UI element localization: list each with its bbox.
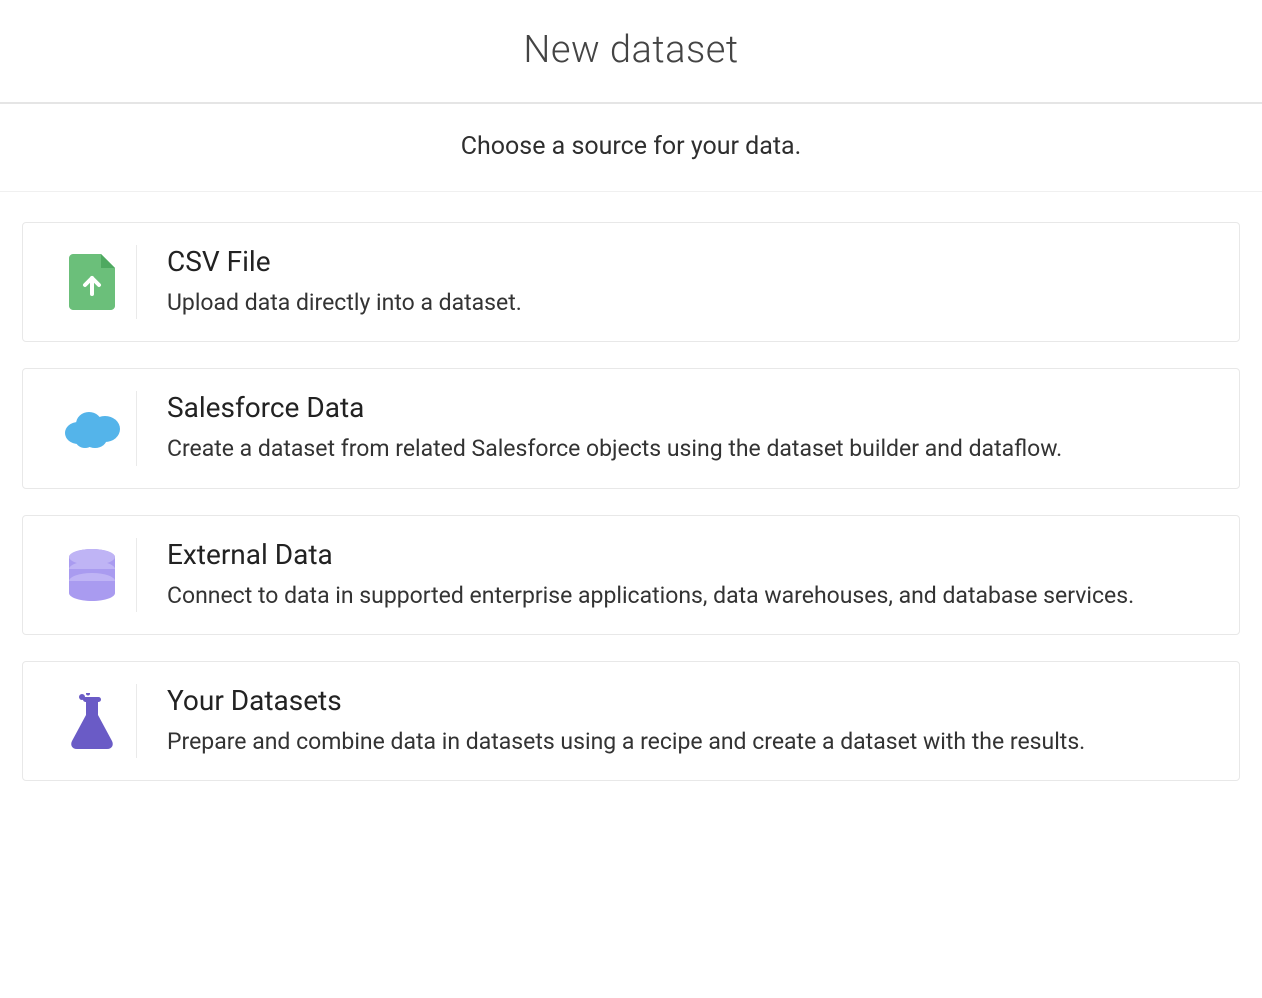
option-your-datasets[interactable]: Your Datasets Prepare and combine data i… [22, 661, 1240, 781]
option-icon-wrap [47, 245, 137, 319]
option-content: CSV File Upload data directly into a dat… [137, 245, 1215, 319]
option-title: External Data [167, 538, 1215, 571]
option-title: CSV File [167, 245, 1215, 278]
page-header: New dataset [0, 0, 1262, 104]
option-description: Connect to data in supported enterprise … [167, 579, 1215, 612]
option-content: Salesforce Data Create a dataset from re… [137, 391, 1215, 465]
option-description: Create a dataset from related Salesforce… [167, 432, 1215, 465]
source-options-list: CSV File Upload data directly into a dat… [0, 192, 1262, 837]
option-icon-wrap [47, 391, 137, 465]
option-description: Prepare and combine data in datasets usi… [167, 725, 1215, 758]
option-icon-wrap [47, 538, 137, 612]
csv-upload-icon [69, 254, 115, 310]
option-title: Your Datasets [167, 684, 1215, 717]
option-csv-file[interactable]: CSV File Upload data directly into a dat… [22, 222, 1240, 342]
option-title: Salesforce Data [167, 391, 1215, 424]
option-description: Upload data directly into a dataset. [167, 286, 1215, 319]
page-subtitle: Choose a source for your data. [0, 132, 1262, 161]
flask-icon [69, 693, 115, 749]
page-title: New dataset [0, 28, 1262, 72]
option-icon-wrap [47, 684, 137, 758]
option-salesforce-data[interactable]: Salesforce Data Create a dataset from re… [22, 368, 1240, 488]
salesforce-cloud-icon [63, 409, 121, 449]
option-content: External Data Connect to data in support… [137, 538, 1215, 612]
option-external-data[interactable]: External Data Connect to data in support… [22, 515, 1240, 635]
database-icon [67, 548, 117, 602]
option-content: Your Datasets Prepare and combine data i… [137, 684, 1215, 758]
page-subheader: Choose a source for your data. [0, 104, 1262, 192]
